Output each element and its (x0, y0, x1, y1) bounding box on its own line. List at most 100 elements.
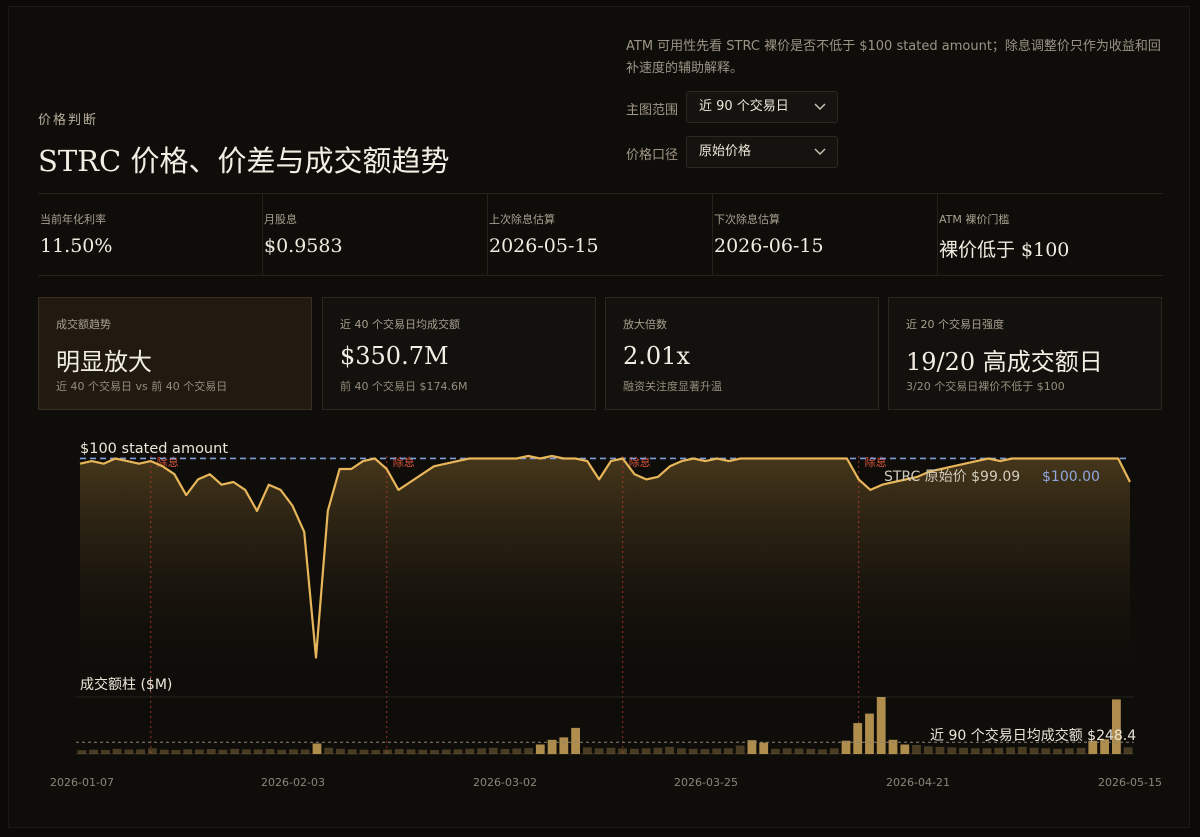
volume-bar (159, 749, 169, 754)
volume-bar (324, 747, 334, 754)
volume-bar (571, 727, 580, 754)
volume-bar (406, 749, 416, 755)
volume-bar (206, 749, 216, 754)
volume-bar (383, 749, 392, 754)
volume-bar (136, 749, 145, 755)
series-end-label: STRC 原始价 $99.09 (884, 469, 1020, 485)
volume-bar (935, 746, 945, 754)
volume-bar (300, 749, 310, 754)
volume-bar (1053, 748, 1062, 754)
volume-bar (994, 747, 1004, 754)
price-area (80, 455, 1130, 668)
volume-bar (665, 746, 674, 754)
ex-dividend-label: 除息 (629, 455, 651, 469)
reference-line-label: $100 stated amount (80, 441, 228, 457)
volume-bar (112, 748, 122, 754)
volume-bar (771, 748, 780, 754)
volume-bar (465, 748, 475, 754)
volume-bar (101, 750, 110, 754)
volume-bar (500, 749, 510, 754)
volume-bar (242, 749, 251, 755)
volume-bar (289, 749, 298, 755)
ex-dividend-label: 除息 (393, 455, 415, 469)
volume-bar (1123, 747, 1133, 754)
volume-bar (535, 744, 545, 754)
volume-bar (124, 749, 134, 754)
volume-bar (1076, 747, 1086, 754)
volume-bar (1029, 747, 1039, 754)
volume-bar (970, 748, 980, 754)
volume-bar (653, 747, 663, 754)
volume-bar (759, 742, 769, 754)
volume-bar (724, 748, 733, 754)
volume-bar (418, 749, 428, 754)
volume-title: 成交额柱 ($M) (80, 676, 172, 693)
ex-dividend-label: 除息 (157, 455, 179, 469)
x-tick-label: 2026-03-02 (473, 776, 537, 789)
volume-bar (1064, 748, 1074, 754)
volume-bar (677, 748, 686, 754)
volume-bar (277, 749, 287, 754)
price-volume-chart: 除息 除息 除息 除息$100 stated amountSTRC 原始价 $99.0… (50, 441, 1162, 789)
volume-chart: 成交额柱 ($M) 近 90 个交易日均成交额 $248.4 (76, 676, 1136, 755)
volume-bar (606, 747, 616, 754)
volume-bar (947, 747, 957, 754)
x-tick-label: 2026-03-25 (674, 776, 738, 789)
volume-bar (853, 723, 863, 754)
volume-bar (77, 750, 87, 754)
x-tick-label: 2026-05-15 (1098, 776, 1162, 789)
volume-bar (1112, 699, 1121, 754)
volume-bar (218, 749, 228, 754)
volume-bar (1006, 747, 1015, 754)
volume-bar (512, 748, 522, 754)
volume-bar (818, 749, 827, 755)
volume-bar (700, 749, 710, 754)
volume-bar (876, 697, 886, 754)
volume-bar (829, 748, 839, 754)
volume-bar (583, 747, 592, 754)
volume-bar (630, 748, 639, 754)
volume-bar (912, 745, 921, 754)
volume-bar (806, 748, 816, 754)
volume-bar (959, 747, 968, 754)
volume-bar (982, 748, 992, 754)
volume-bar (430, 750, 439, 754)
volume-bar (712, 748, 722, 754)
volume-bar (735, 745, 745, 754)
x-tick-label: 2026-01-07 (50, 776, 114, 789)
ex-dividend-label: 除息 (865, 455, 887, 469)
volume-bar (865, 713, 874, 754)
volume-bar (618, 748, 627, 754)
volume-bar (688, 748, 698, 754)
volume-bar (453, 749, 463, 755)
price-chart: 除息 除息 除息 除息$100 stated amountSTRC 原始价 $99.0… (79, 441, 1131, 755)
volume-bar (89, 749, 98, 754)
volume-bar (253, 749, 263, 754)
volume-bar (641, 748, 651, 754)
volume-bar (347, 749, 357, 755)
volume-bar (923, 746, 933, 754)
x-axis: 2026-01-07 2026-02-03 2026-03-02 2026-03-25… (50, 776, 1162, 789)
volume-bar (359, 749, 369, 754)
volume-bar (1041, 748, 1051, 754)
volume-bar (336, 748, 345, 754)
volume-bar (441, 749, 451, 754)
volume-bar (230, 748, 240, 754)
volume-bar (148, 748, 157, 754)
volume-bar (312, 743, 322, 754)
volume-bar (171, 750, 181, 754)
volume-bar (477, 748, 486, 754)
volume-bar (265, 749, 275, 754)
volume-bar (371, 750, 381, 754)
average-line-label: 近 90 个交易日均成交额 $248.4 (930, 727, 1136, 744)
volume-bar (183, 749, 193, 755)
x-tick-label: 2026-02-03 (261, 776, 325, 789)
volume-bar (524, 748, 533, 754)
volume-bar (782, 748, 792, 754)
volume-bar (794, 748, 804, 754)
volume-bar (394, 749, 404, 754)
x-tick-label: 2026-04-21 (886, 776, 950, 789)
volume-bar (559, 737, 569, 754)
volume-bar (594, 748, 604, 754)
volume-bar (488, 747, 498, 754)
